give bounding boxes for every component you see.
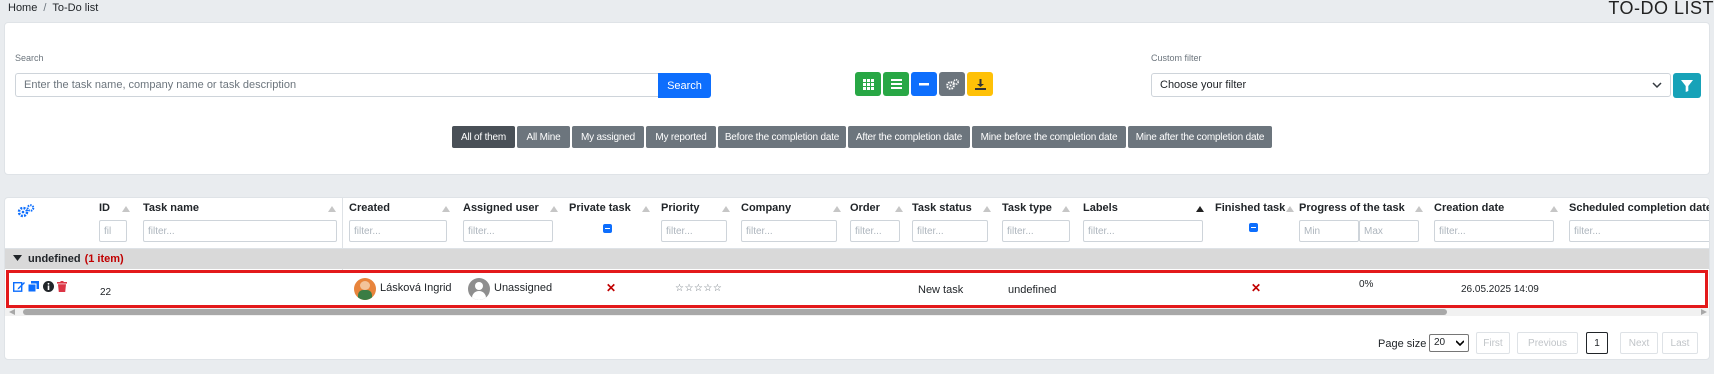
col-finished-task-header[interactable]: Finished task [1215, 202, 1285, 214]
col-task-type-header[interactable]: Task type [1002, 202, 1052, 214]
quick-filter-my-assigned[interactable]: My assigned [572, 126, 644, 148]
page-size-select[interactable]: 20 [1429, 334, 1469, 352]
filter-finished-task-checkbox[interactable] [1249, 223, 1258, 232]
group-row[interactable]: undefined (1 item) [5, 249, 1709, 269]
caret-down-icon[interactable] [13, 254, 22, 262]
breadcrumb-current: To-Do list [52, 2, 99, 14]
sort-company-icon[interactable] [833, 206, 841, 212]
filter-id-input[interactable] [99, 220, 127, 242]
collapse-button[interactable] [911, 72, 937, 96]
filter-company-input[interactable] [741, 220, 837, 242]
sort-order-icon[interactable] [895, 206, 903, 212]
grid-icon [862, 78, 874, 90]
scroll-left-icon[interactable] [9, 309, 15, 315]
custom-filter-label: Custom filter [1151, 53, 1202, 63]
filter-task-name-input[interactable] [143, 220, 337, 242]
search-button[interactable]: Search [658, 73, 711, 98]
filter-task-status-input[interactable] [912, 220, 988, 242]
last-page-button[interactable]: Last [1662, 332, 1698, 354]
sort-task-name-icon[interactable] [328, 206, 336, 212]
selected-row-highlight [6, 270, 1708, 308]
col-creation-date-header[interactable]: Creation date [1434, 202, 1504, 214]
sort-task-status-icon[interactable] [983, 206, 991, 212]
filter-priority-input[interactable] [661, 220, 727, 242]
col-created-header[interactable]: Created [349, 202, 390, 214]
settings-button[interactable] [939, 72, 965, 96]
breadcrumb-home[interactable]: Home [8, 2, 37, 14]
scroll-right-icon[interactable] [1701, 309, 1707, 315]
sort-id-icon[interactable] [122, 206, 130, 212]
quick-filter-mine-before-completion[interactable]: Mine before the completion date [972, 126, 1126, 148]
col-labels-header[interactable]: Labels [1083, 202, 1118, 214]
filter-progress-min-input[interactable] [1299, 220, 1359, 242]
filter-progress-max-input[interactable] [1359, 220, 1419, 242]
col-id-header[interactable]: ID [99, 202, 110, 214]
custom-filter-select[interactable]: Choose your filter [1151, 73, 1671, 97]
group-name: undefined [28, 253, 81, 265]
grid-view-button[interactable] [855, 72, 881, 96]
quick-filter-all[interactable]: All of them [452, 126, 515, 148]
first-page-button[interactable]: First [1476, 332, 1510, 354]
search-card: Search Search Custom filter Choose your … [4, 22, 1710, 175]
col-task-status-header[interactable]: Task status [912, 202, 972, 214]
col-task-name-header[interactable]: Task name [143, 202, 199, 214]
previous-page-button[interactable]: Previous [1517, 332, 1578, 354]
quick-filter-my-reported[interactable]: My reported [646, 126, 716, 148]
col-order-header[interactable]: Order [850, 202, 880, 214]
sort-creation-date-icon[interactable] [1550, 206, 1558, 212]
sort-priority-icon[interactable] [722, 206, 730, 212]
sort-progress-icon[interactable] [1415, 206, 1423, 212]
page-size-label: Page size [1378, 338, 1427, 350]
filter-task-type-input[interactable] [1002, 220, 1070, 242]
cogs-icon [945, 78, 959, 90]
filter-order-input[interactable] [850, 220, 900, 242]
custom-filter-value: Choose your filter [1160, 79, 1247, 91]
sort-created-icon[interactable] [442, 206, 450, 212]
sort-labels-active-icon[interactable] [1196, 206, 1204, 212]
export-button[interactable] [967, 72, 993, 96]
col-priority-header[interactable]: Priority [661, 202, 700, 214]
quick-filter-after-completion[interactable]: After the completion date [848, 126, 970, 148]
page-size-value: 20 [1434, 337, 1446, 348]
minus-icon [919, 82, 929, 85]
list-icon [890, 79, 902, 89]
task-table: ID Task name Created Assigned user Priva… [4, 197, 1710, 360]
scrollbar-thumb[interactable] [23, 309, 1447, 315]
quick-filter-before-completion[interactable]: Before the completion date [718, 126, 846, 148]
chevron-down-icon [1456, 340, 1464, 346]
column-settings-icon[interactable] [17, 204, 35, 218]
filter-icon [1681, 79, 1693, 92]
col-progress-header[interactable]: Progress of the task [1299, 202, 1405, 214]
col-company-header[interactable]: Company [741, 202, 791, 214]
filter-private-task-checkbox[interactable] [603, 224, 612, 233]
breadcrumb: Home / To-Do list [8, 2, 98, 14]
col-scheduled-completion-header[interactable]: Scheduled completion date [1569, 202, 1709, 214]
filter-created-input[interactable] [349, 220, 447, 242]
page-title: TO-DO LIST [1608, 0, 1714, 18]
quick-filter-mine-after-completion[interactable]: Mine after the completion date [1128, 126, 1272, 148]
filter-labels-input[interactable] [1083, 220, 1203, 242]
sort-assigned-user-icon[interactable] [550, 206, 558, 212]
breadcrumb-separator: / [43, 2, 47, 14]
filter-creation-date-input[interactable] [1434, 220, 1554, 242]
sort-private-task-icon[interactable] [642, 206, 650, 212]
search-label: Search [15, 53, 44, 63]
quick-filter-all-mine[interactable]: All Mine [517, 126, 570, 148]
group-count: (1 item) [84, 253, 124, 265]
col-assigned-user-header[interactable]: Assigned user [463, 202, 539, 214]
col-private-task-header[interactable]: Private task [569, 202, 631, 214]
filter-assigned-user-input[interactable] [463, 220, 553, 242]
next-page-button[interactable]: Next [1620, 332, 1658, 354]
search-input[interactable] [15, 73, 658, 97]
list-view-button[interactable] [883, 72, 909, 96]
download-icon [974, 78, 986, 90]
sort-task-type-icon[interactable] [1062, 206, 1070, 212]
chevron-down-icon [1652, 82, 1662, 89]
filter-scheduled-completion-input[interactable] [1569, 220, 1709, 242]
current-page-button[interactable]: 1 [1586, 332, 1608, 354]
sort-finished-task-icon[interactable] [1286, 206, 1294, 212]
apply-filter-button[interactable] [1673, 73, 1701, 98]
